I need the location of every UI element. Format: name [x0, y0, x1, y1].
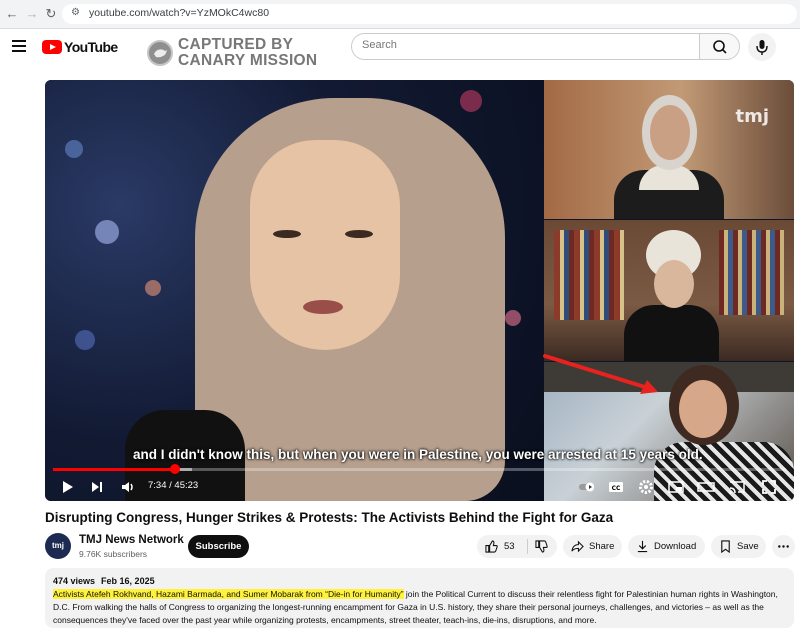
thumbs-up-icon [485, 540, 498, 553]
url-text[interactable]: youtube.com/watch?v=YzMOkC4wc80 [89, 7, 269, 19]
description-text: Activists Atefeh Rokhvand, Hazami Barmad… [53, 588, 791, 627]
share-icon [571, 540, 584, 553]
channel-avatar[interactable]: tmj [45, 533, 71, 559]
like-button[interactable]: 53 [477, 535, 527, 558]
svg-text:CC: CC [612, 485, 621, 492]
description-box[interactable]: 474 views Feb 16, 2025 Activists Atefeh R… [45, 568, 794, 628]
search-icon [713, 40, 727, 54]
youtube-play-icon [42, 40, 62, 54]
channel-name[interactable]: TMJ News Network [79, 534, 184, 546]
save-label: Save [737, 541, 759, 552]
search-input[interactable] [362, 39, 682, 51]
subscribe-button[interactable]: Subscribe [188, 535, 249, 558]
participant-face [654, 260, 694, 308]
participant-face [650, 105, 690, 160]
watermark-text: CAPTURED BY CANARY MISSION [178, 37, 317, 69]
play-icon[interactable] [57, 477, 77, 497]
autoplay-toggle-icon[interactable] [577, 477, 597, 497]
description-highlighted-text: Activists Atefeh Rokhvand, Hazami Barmad… [53, 589, 404, 599]
bookshelf [554, 230, 624, 320]
logo-text: YouTube [64, 39, 118, 55]
arrow-right-icon[interactable]: → [24, 6, 40, 22]
dislike-button[interactable] [528, 535, 557, 558]
thumbs-down-icon [535, 540, 548, 553]
save-playlist-icon [721, 540, 730, 553]
view-count: 474 views [53, 576, 96, 586]
speaker-face [250, 140, 400, 350]
address-bar[interactable]: ⚙ youtube.com/watch?v=YzMOkC4wc80 [62, 4, 797, 24]
download-label: Download [654, 541, 697, 552]
search-button[interactable] [699, 33, 740, 60]
participant-tile-1: tmj [544, 80, 794, 219]
time-display: 7:34 / 45:23 [148, 480, 199, 491]
upload-date: Feb 16, 2025 [101, 576, 155, 586]
like-dislike-group: 53 [477, 535, 557, 558]
subtitles-icon[interactable]: CC [606, 477, 626, 497]
main-speaker-feed [45, 80, 544, 501]
speaker-eye [273, 230, 301, 238]
theater-mode-icon[interactable] [696, 477, 716, 497]
microphone-icon [756, 40, 768, 55]
player-controls: 7:34 / 45:23 CC [45, 475, 794, 501]
volume-icon[interactable] [118, 477, 138, 497]
canary-mission-logo-icon [147, 40, 173, 66]
download-button[interactable]: Download [628, 535, 705, 558]
browser-toolbar: ← → ↻ ⚙ youtube.com/watch?v=YzMOkC4wc80 [0, 0, 800, 29]
download-icon [637, 540, 648, 553]
video-player[interactable]: tmj and I didn't know this, but when you… [45, 80, 794, 501]
share-label: Share [589, 541, 615, 552]
youtube-logo[interactable]: YouTube [42, 38, 118, 56]
search-box[interactable] [351, 33, 700, 60]
save-button[interactable]: Save [711, 535, 766, 558]
watermark-line-2: CANARY MISSION [178, 52, 318, 69]
speaker-mouth [303, 300, 343, 314]
voice-search-button[interactable] [748, 33, 776, 61]
speaker-eye [345, 230, 373, 238]
description-meta: 474 views Feb 16, 2025 [53, 576, 161, 586]
fullscreen-icon[interactable] [759, 477, 779, 497]
bookshelf [719, 230, 784, 315]
video-caption: and I didn't know this, but when you wer… [133, 447, 703, 462]
reload-icon[interactable]: ↻ [43, 6, 59, 22]
progress-bar[interactable] [53, 464, 786, 474]
more-horizontal-icon [778, 545, 789, 548]
annotation-arrow-icon [543, 354, 658, 394]
tmj-watermark: tmj [735, 106, 769, 127]
miniplayer-icon[interactable] [666, 477, 686, 497]
next-icon[interactable] [87, 477, 107, 497]
watermark-line-1: CAPTURED BY [178, 36, 294, 53]
video-title: Disrupting Congress, Hunger Strikes & Pr… [45, 510, 614, 525]
progress-played [53, 468, 176, 471]
share-button[interactable]: Share [563, 535, 622, 558]
settings-gear-icon[interactable] [636, 477, 656, 497]
more-actions-button[interactable] [772, 535, 795, 558]
menu-icon[interactable] [12, 40, 26, 55]
like-count: 53 [504, 541, 515, 552]
arrow-left-icon[interactable]: ← [4, 6, 20, 22]
subscriber-count: 9.76K subscribers [79, 549, 148, 559]
cast-icon[interactable] [727, 477, 747, 497]
participant-face [679, 380, 727, 438]
participant-tile-2 [544, 220, 794, 361]
site-info-icon[interactable]: ⚙ [71, 7, 80, 18]
